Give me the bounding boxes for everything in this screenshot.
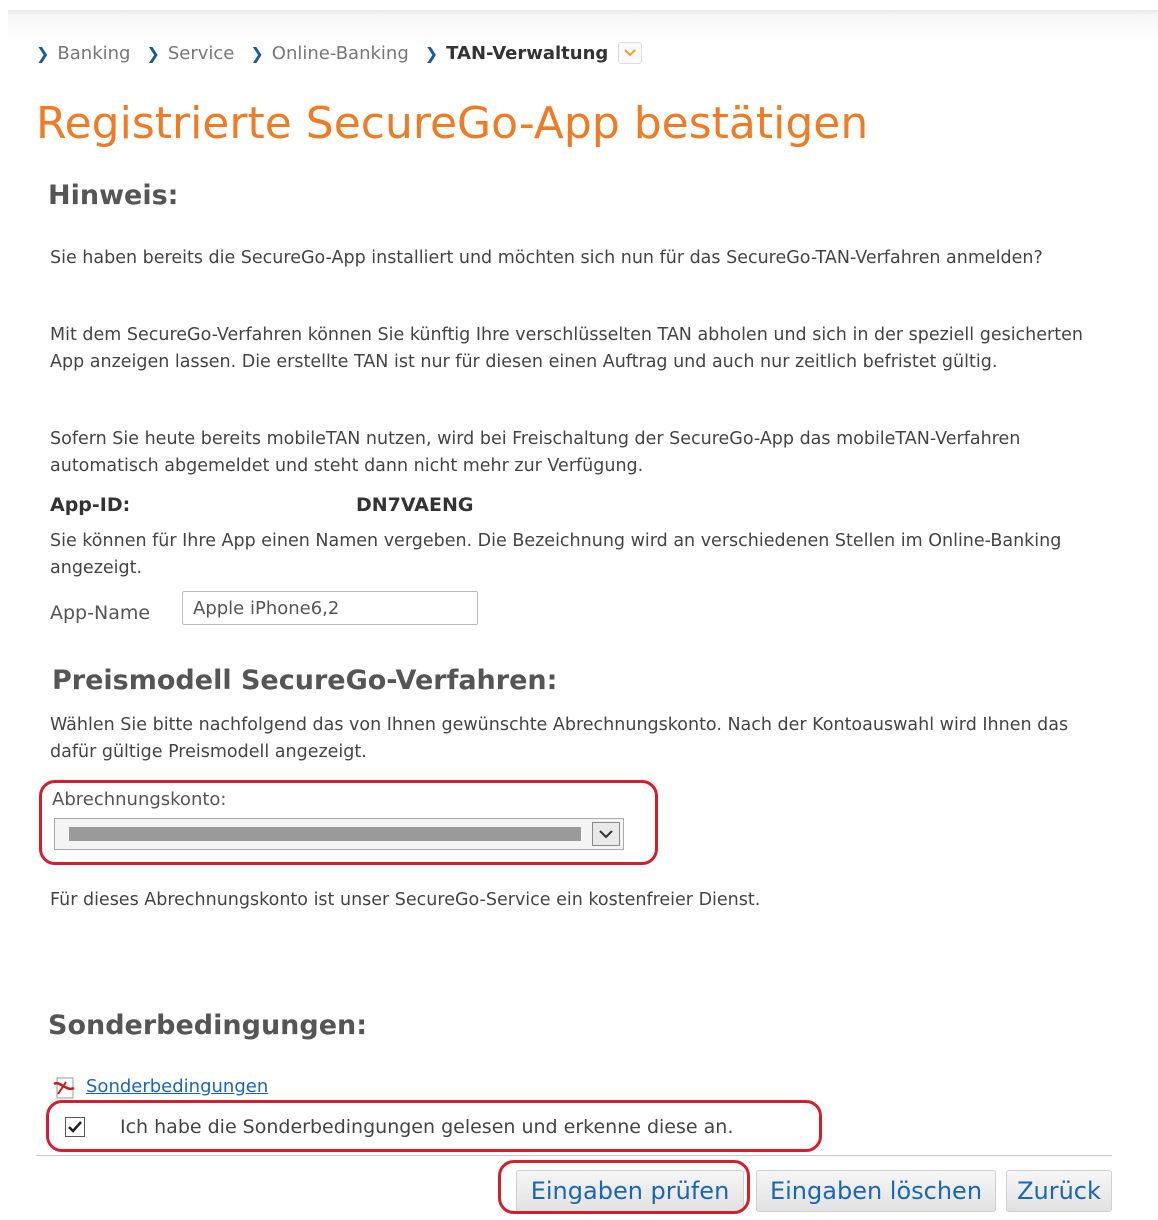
breadcrumb-item-online-banking[interactable]: ❯ Online-Banking bbox=[250, 43, 408, 64]
redacted-account-value bbox=[69, 827, 581, 841]
breadcrumb: ❯ Banking ❯ Service ❯ Online-Banking ❯ T… bbox=[36, 42, 643, 64]
chevron-down-icon bbox=[599, 829, 613, 838]
preismodell-info: Für dieses Abrechnungskonto ist unser Se… bbox=[50, 890, 761, 910]
sonderbedingungen-checkbox-label[interactable]: Ich habe die Sonderbedingungen gelesen u… bbox=[120, 1116, 733, 1138]
breadcrumb-item-service[interactable]: ❯ Service bbox=[146, 43, 234, 64]
breadcrumb-label: Banking bbox=[57, 42, 131, 64]
divider bbox=[36, 1155, 1112, 1156]
chevron-right-icon: ❯ bbox=[250, 43, 264, 63]
breadcrumb-item-tan-verwaltung: ❯ TAN-Verwaltung bbox=[425, 43, 609, 64]
hinweis-paragraph-3: Sofern Sie heute bereits mobileTAN nutze… bbox=[50, 429, 1021, 476]
breadcrumb-dropdown-button[interactable] bbox=[618, 42, 643, 64]
chevron-right-icon: ❯ bbox=[36, 43, 50, 63]
pdf-icon bbox=[53, 1077, 75, 1099]
checkmark-icon bbox=[68, 1121, 82, 1133]
highlight-pruefen-button bbox=[498, 1160, 750, 1214]
chevron-right-icon: ❯ bbox=[146, 43, 160, 63]
zurueck-button[interactable]: Zurück bbox=[1006, 1170, 1112, 1212]
sonderbedingungen-checkbox[interactable] bbox=[65, 1117, 85, 1137]
app-id-value: DN7VAENG bbox=[356, 494, 474, 516]
sonderbedingungen-link[interactable]: Sonderbedingungen bbox=[86, 1076, 268, 1097]
abrechnungskonto-label: Abrechnungskonto: bbox=[52, 789, 227, 810]
section-heading-sonderbedingungen: Sonderbedingungen: bbox=[48, 1010, 368, 1041]
page-title: Registrierte SecureGo-App bestätigen bbox=[36, 98, 869, 149]
breadcrumb-label: Online-Banking bbox=[271, 42, 409, 64]
abrechnungskonto-select[interactable] bbox=[54, 818, 624, 850]
hinweis-paragraph-1: Sie haben bereits die SecureGo-App insta… bbox=[50, 248, 1043, 268]
app-name-label: App-Name bbox=[50, 602, 151, 624]
app-name-input[interactable] bbox=[182, 591, 478, 625]
chevron-right-icon: ❯ bbox=[424, 43, 439, 63]
app-name-hint: Sie können für Ihre App einen Namen verg… bbox=[50, 531, 1062, 578]
app-id-label: App-ID: bbox=[50, 494, 131, 516]
breadcrumb-label: Service bbox=[167, 42, 235, 64]
section-heading-hinweis: Hinweis: bbox=[48, 180, 179, 211]
breadcrumb-item-banking[interactable]: ❯ Banking bbox=[36, 43, 130, 64]
chevron-down-icon bbox=[624, 49, 637, 57]
eingaben-loeschen-button[interactable]: Eingaben löschen bbox=[756, 1170, 996, 1212]
breadcrumb-label: TAN-Verwaltung bbox=[446, 42, 609, 64]
hinweis-paragraph-2: Mit dem SecureGo-Verfahren können Sie kü… bbox=[50, 325, 1083, 372]
select-dropdown-button[interactable] bbox=[592, 822, 620, 846]
preismodell-description: Wählen Sie bitte nachfolgend das von Ihn… bbox=[50, 715, 1069, 762]
section-heading-preismodell: Preismodell SecureGo-Verfahren: bbox=[52, 665, 558, 696]
